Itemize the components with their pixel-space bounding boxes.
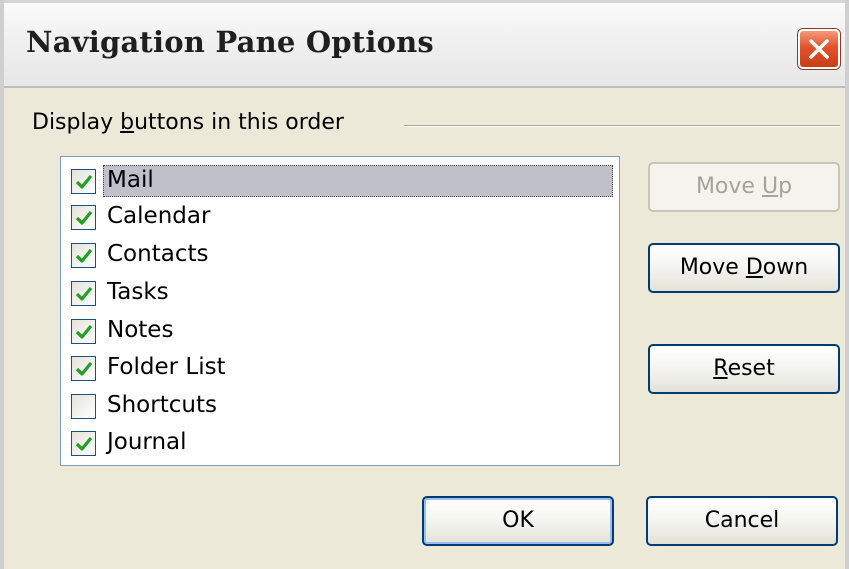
- move-up-button[interactable]: Move Up: [648, 162, 840, 212]
- selection-highlight: [103, 165, 613, 197]
- list-item-label: Contacts: [107, 241, 209, 267]
- checkbox-notes[interactable]: [71, 319, 96, 344]
- group-separator: [404, 125, 840, 127]
- checkbox-folder-list[interactable]: [71, 356, 96, 381]
- checkmark-icon: [75, 324, 93, 339]
- buttons-order-list[interactable]: Mail Calendar Contacts Tasks Notes Folde…: [60, 156, 620, 466]
- checkmark-icon: [75, 361, 93, 376]
- button-label-suffix: eset: [727, 356, 775, 381]
- cancel-button[interactable]: Cancel: [646, 496, 838, 546]
- list-item-tasks[interactable]: Tasks: [67, 275, 613, 311]
- ok-button[interactable]: OK: [422, 496, 614, 546]
- checkmark-icon: [75, 286, 93, 301]
- group-label-prefix: Display: [32, 110, 121, 135]
- checkbox-journal[interactable]: [71, 431, 96, 456]
- button-accelerator: R: [713, 356, 728, 381]
- list-item-mail[interactable]: Mail: [67, 163, 613, 199]
- button-label-suffix: p: [778, 174, 793, 199]
- list-item-label: Tasks: [107, 279, 169, 305]
- list-item-journal[interactable]: Journal: [67, 425, 613, 461]
- close-button[interactable]: [798, 29, 840, 69]
- list-item-folder-list[interactable]: Folder List: [67, 350, 613, 386]
- title-bar[interactable]: Navigation Pane Options: [4, 0, 845, 88]
- list-item-label: Calendar: [107, 203, 211, 229]
- reset-button[interactable]: Reset: [648, 344, 840, 394]
- button-label-prefix: Move: [679, 255, 746, 280]
- group-label-accelerator: b: [120, 110, 135, 135]
- button-label-suffix: own: [762, 255, 809, 280]
- checkbox-tasks[interactable]: [71, 281, 96, 306]
- list-item-shortcuts[interactable]: Shortcuts: [67, 388, 613, 424]
- move-down-button[interactable]: Move Down: [648, 243, 840, 293]
- group-label: Display buttons in this order: [32, 110, 344, 135]
- button-label-prefix: Move: [695, 174, 762, 199]
- close-icon: [809, 39, 829, 59]
- checkbox-shortcuts[interactable]: [71, 394, 96, 419]
- list-item-label: Notes: [107, 317, 174, 343]
- button-accelerator: D: [745, 255, 763, 280]
- list-item-notes[interactable]: Notes: [67, 313, 613, 349]
- group-label-suffix: uttons in this order: [134, 110, 344, 135]
- list-item-label: Mail: [107, 167, 154, 193]
- list-item-label: Journal: [107, 429, 187, 455]
- list-item-calendar[interactable]: Calendar: [67, 199, 613, 235]
- checkmark-icon: [75, 248, 93, 263]
- checkmark-icon: [75, 436, 93, 451]
- checkmark-icon: [75, 210, 93, 225]
- navigation-pane-options-dialog: Navigation Pane Options Display buttons …: [0, 0, 849, 569]
- checkbox-calendar[interactable]: [71, 205, 96, 230]
- button-accelerator: U: [761, 174, 779, 199]
- checkbox-contacts[interactable]: [71, 243, 96, 268]
- list-item-label: Folder List: [107, 354, 226, 380]
- list-item-contacts[interactable]: Contacts: [67, 237, 613, 273]
- checkbox-mail[interactable]: [71, 169, 96, 194]
- dialog-title: Navigation Pane Options: [26, 25, 434, 59]
- checkmark-icon: [75, 174, 93, 189]
- list-item-label: Shortcuts: [107, 392, 217, 418]
